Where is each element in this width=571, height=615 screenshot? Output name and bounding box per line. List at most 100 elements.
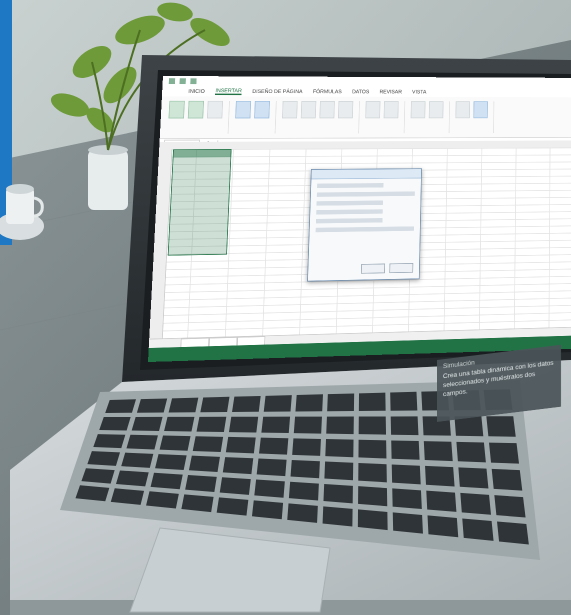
keyboard-key [287,503,318,523]
keyboard-key [292,438,321,456]
pivot-table-button[interactable] [168,100,185,119]
chart-line-button[interactable] [300,101,317,119]
recommended-pivot-button[interactable] [187,100,204,119]
keyboard-key [192,436,224,453]
keyboard-key [327,393,355,412]
keyboard-key [225,436,256,454]
ribbon-group-text [455,101,495,134]
keyboard-key [392,512,423,534]
images-button[interactable] [235,100,252,119]
keyboard-key [256,458,287,477]
keyboard-key [324,461,354,481]
tab-inicio[interactable]: INICIO [188,89,205,94]
keyboard-key [322,506,353,527]
ribbon-group-illustrations [234,100,277,134]
slicer-button[interactable] [410,101,426,119]
table-button[interactable] [206,100,224,119]
keyboard-key [126,434,158,450]
tab-revisar[interactable]: REVISAR [379,89,402,94]
keyboard-key [426,490,457,512]
dialog-location-field[interactable] [315,226,415,233]
shapes-button[interactable] [254,100,270,119]
keyboard-key [136,398,168,413]
keyboard-key [425,465,455,487]
sparkline-column-button[interactable] [383,101,399,119]
keyboard-key [155,454,187,470]
keyboard-key [390,416,419,436]
keyboard-key [358,392,386,411]
sparkline-line-button[interactable] [365,101,381,119]
undo-icon[interactable] [190,78,197,85]
dialog-option-external[interactable] [316,200,383,206]
ribbon-group-charts [281,100,360,134]
keyboard-key [263,395,292,412]
selected-data-range[interactable] [167,149,232,256]
tab-vista[interactable]: VISTA [412,90,426,95]
keyboard-key [131,416,163,431]
chart-pie-button[interactable] [319,101,335,119]
tab-diseno-pagina[interactable]: DISEÑO DE PÁGINA [252,89,302,94]
ribbon [159,96,571,140]
keyboard-key [87,451,120,466]
keyboard-key [288,481,319,501]
dialog-buttons [360,263,414,274]
tab-formulas[interactable]: FÓRMULAS [313,89,342,94]
keyboard-key [489,442,520,464]
chart-bar-button[interactable] [337,101,354,119]
keyboard-key [164,416,195,432]
keyboard-key [168,397,199,413]
keyboard-key [188,455,220,473]
tab-datos[interactable]: DATOS [352,89,369,94]
save-icon[interactable] [179,78,186,85]
keyboard-key [293,416,322,434]
keyboard-key [200,396,230,413]
keyboard-key [497,521,529,545]
dialog-range-field[interactable] [316,191,415,197]
keyboard-key [219,477,251,495]
keyboard-key [81,468,115,484]
ribbon-group-sparklines [364,101,406,134]
video-button[interactable] [473,101,488,119]
timeline-button[interactable] [428,101,444,119]
dialog-option-new-sheet[interactable] [316,209,383,215]
textbox-button[interactable] [455,101,471,119]
keyboard-key [93,434,126,449]
keyboard-key [251,500,284,520]
dialog-cancel-button[interactable] [389,263,414,274]
dialog-ok-button[interactable] [360,263,386,274]
keyboard-key [222,457,254,475]
dialog-option-select-table[interactable] [317,183,384,189]
keyboard-key [146,491,179,509]
chart-column-button[interactable] [282,100,298,119]
keyboard-key [427,515,459,538]
keyboard-key [323,483,353,504]
keyboard-key [392,488,422,510]
ribbon-group-tables [167,100,230,134]
keyboard-key [121,452,154,468]
dialog-title-bar [311,169,422,180]
keyboard-key [228,416,259,433]
keyboard-key [261,416,291,434]
keyboard-key [491,468,523,491]
keyboard-key [290,460,320,479]
keyboard-key [391,464,421,485]
excel-logo-icon [168,78,176,85]
keyboard-key [358,486,388,507]
data-header-row [173,149,231,158]
keyboard-key [105,399,137,413]
keyboard-key [391,440,420,460]
keyboard-key [185,474,217,493]
keyboard-key [232,395,261,412]
keyboard-key [295,394,323,412]
keyboard-key [99,416,131,431]
keyboard-key [358,416,387,435]
keyboard-key [358,462,387,483]
keyboard-key [181,494,214,513]
keyboard-key [216,497,249,516]
keyboard-key [458,467,489,489]
keyboard-key [456,441,486,463]
dialog-option-existing-sheet[interactable] [315,218,383,224]
keyboard-key [460,492,491,515]
tab-insertar[interactable]: INSERTAR [215,88,242,95]
keyboard-key [423,441,453,462]
